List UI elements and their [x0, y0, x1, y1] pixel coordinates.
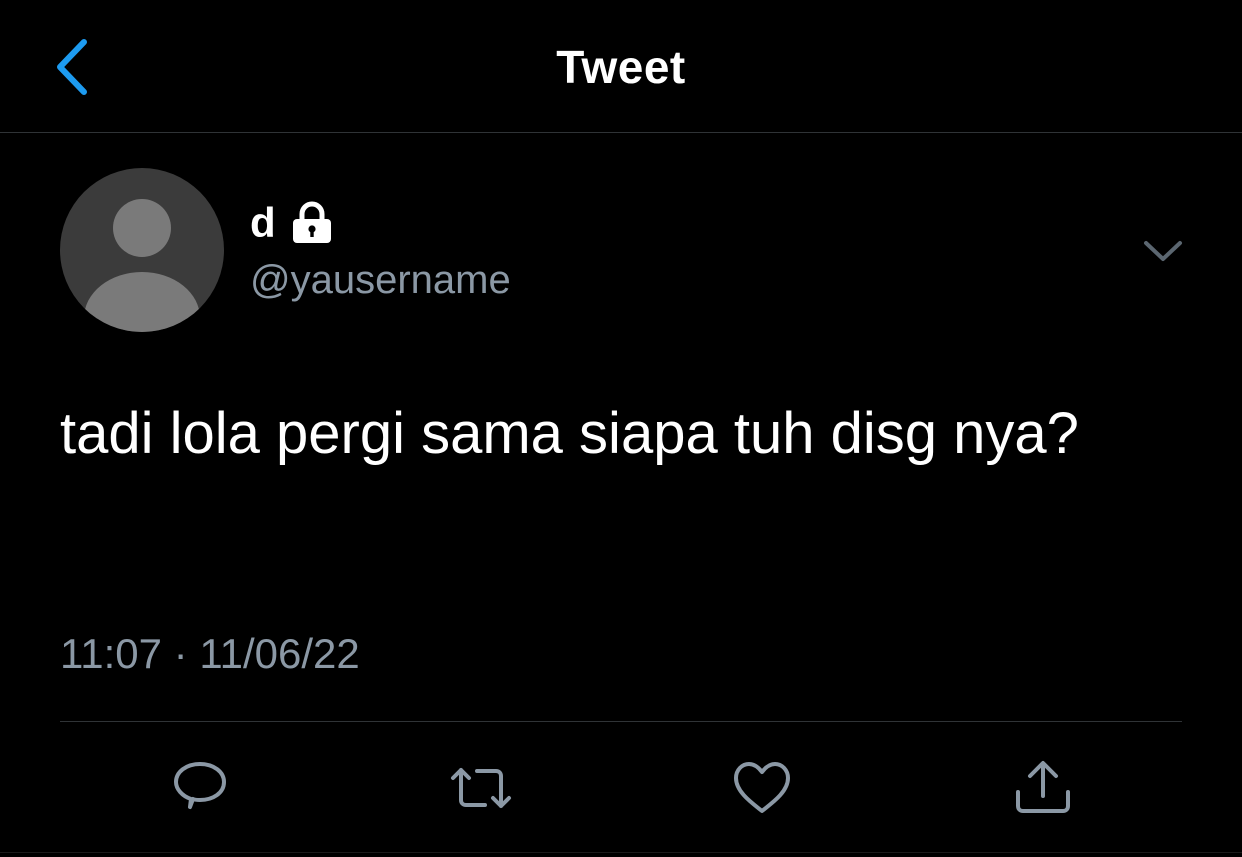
reply-button[interactable]	[168, 756, 232, 820]
tweet-timestamp[interactable]: 11:07 · 11/06/22	[60, 630, 360, 678]
bottom-border	[0, 852, 1242, 853]
chevron-down-icon	[1144, 241, 1182, 261]
tweet-text: tadi lola pergi sama siapa tuh disg nya?	[60, 401, 1079, 466]
author-name-row: d	[250, 196, 334, 250]
divider	[60, 721, 1182, 722]
share-button[interactable]	[1011, 756, 1075, 820]
share-icon	[1016, 761, 1070, 813]
like-icon	[734, 762, 790, 813]
default-avatar-icon	[84, 199, 200, 332]
page-title: Tweet	[556, 41, 686, 93]
more-options-button[interactable]	[1140, 230, 1186, 270]
display-name[interactable]: d	[250, 202, 276, 244]
like-button[interactable]	[730, 756, 794, 820]
tweet-date: 11/06/22	[199, 630, 360, 677]
reply-icon	[174, 762, 226, 809]
retweet-button[interactable]	[449, 756, 513, 820]
avatar[interactable]	[60, 168, 224, 332]
lock-icon	[290, 201, 334, 245]
timestamp-separator: ·	[173, 630, 188, 677]
retweet-icon	[451, 768, 511, 808]
username[interactable]: @yausername	[250, 257, 511, 303]
top-bar: Tweet	[0, 0, 1242, 133]
tweet-time: 11:07	[60, 630, 162, 677]
